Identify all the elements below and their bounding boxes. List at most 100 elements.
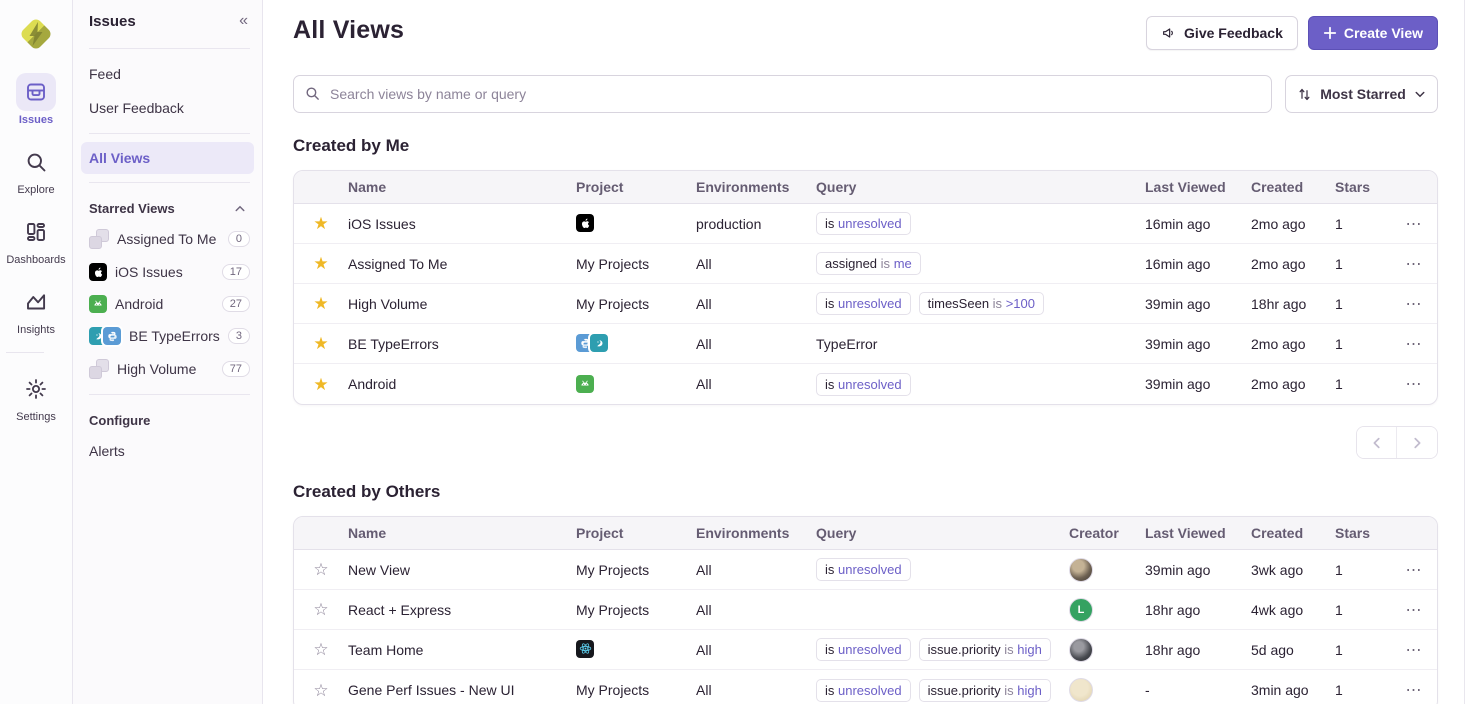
scrollbar-track[interactable] — [1464, 0, 1465, 704]
last-viewed-value: 16min ago — [1145, 216, 1251, 232]
previous-page-button[interactable] — [1357, 427, 1397, 458]
starred-views-section-header[interactable]: Starred Views — [73, 191, 262, 222]
next-page-button[interactable] — [1397, 427, 1437, 458]
view-name-link[interactable]: Assigned To Me — [348, 256, 447, 272]
stars-count: 1 — [1335, 216, 1391, 232]
table-row[interactable]: ★ BE TypeErrors All TypeError 39min ago … — [294, 324, 1437, 364]
starred-view-item[interactable]: Assigned To Me 0 — [73, 222, 262, 256]
column-header-last-viewed: Last Viewed — [1145, 525, 1251, 541]
creator-avatar — [1069, 638, 1093, 662]
search-input[interactable] — [293, 75, 1272, 113]
overflow-menu-button[interactable]: ⋯ — [1406, 640, 1423, 660]
sentry-logo[interactable] — [14, 12, 58, 56]
query-chip: assigned is me — [816, 252, 921, 275]
overflow-menu-button[interactable]: ⋯ — [1406, 214, 1423, 234]
starred-view-item[interactable]: BE TypeErrors 3 — [73, 320, 262, 352]
overflow-menu-button[interactable]: ⋯ — [1406, 254, 1423, 274]
column-header-created: Created — [1251, 525, 1335, 541]
table-row[interactable]: ☆ React + Express My Projects All L 18hr… — [294, 590, 1437, 630]
view-name-link[interactable]: iOS Issues — [348, 216, 416, 232]
view-name-link[interactable]: Android — [348, 376, 396, 392]
stars-count: 1 — [1335, 642, 1391, 658]
starred-view-item[interactable]: High Volume 77 — [73, 352, 262, 386]
sidebar-item-all-views[interactable]: All Views — [81, 142, 254, 174]
android-project-icon — [89, 295, 107, 313]
react-project-icon — [576, 640, 594, 658]
created-value: 3min ago — [1251, 682, 1335, 698]
view-name-link[interactable]: BE TypeErrors — [348, 336, 439, 352]
issue-count-badge: 0 — [228, 231, 250, 247]
query-cell: is unresolvedissue.priority is high — [816, 638, 1069, 661]
star-toggle[interactable]: ★ — [313, 255, 328, 272]
overflow-menu-button[interactable]: ⋯ — [1406, 600, 1423, 620]
project-label: My Projects — [576, 602, 649, 618]
star-toggle[interactable]: ★ — [313, 215, 328, 232]
divider — [89, 48, 250, 49]
sidebar-item-user-feedback[interactable]: User Feedback — [73, 91, 262, 125]
star-toggle[interactable]: ☆ — [313, 682, 328, 699]
query-chip: is unresolved — [816, 292, 911, 315]
environments-value: All — [696, 376, 816, 392]
environments-value: All — [696, 562, 816, 578]
column-header-name: Name — [348, 525, 576, 541]
environments-value: All — [696, 642, 816, 658]
created-value: 18hr ago — [1251, 296, 1335, 312]
column-header-environments: Environments — [696, 525, 816, 541]
starred-view-name: iOS Issues — [115, 264, 214, 280]
star-toggle[interactable]: ★ — [313, 295, 328, 312]
table-row[interactable]: ☆ New View My Projects All is unresolved… — [294, 550, 1437, 590]
overflow-menu-button[interactable]: ⋯ — [1406, 334, 1423, 354]
collapse-sidebar-icon[interactable]: « — [239, 12, 246, 30]
rail-item-label: Dashboards — [6, 254, 65, 266]
star-toggle[interactable]: ★ — [313, 335, 328, 352]
create-view-button[interactable]: Create View — [1308, 16, 1438, 50]
view-name-link[interactable]: React + Express — [348, 602, 451, 618]
rail-item-issues[interactable]: Issues — [6, 73, 65, 126]
rail-item-dashboards[interactable]: Dashboards — [6, 213, 65, 266]
table-row[interactable]: ★ High Volume My Projects All is unresol… — [294, 284, 1437, 324]
star-toggle[interactable]: ☆ — [313, 601, 328, 618]
issue-count-badge: 17 — [222, 264, 250, 280]
starred-view-item[interactable]: Android 27 — [73, 288, 262, 320]
view-name-link[interactable]: Team Home — [348, 642, 423, 658]
rail-item-explore[interactable]: Explore — [6, 143, 65, 196]
give-feedback-label: Give Feedback — [1184, 25, 1283, 41]
table-row[interactable]: ☆ Gene Perf Issues - New UI My Projects … — [294, 670, 1437, 704]
star-toggle[interactable]: ☆ — [313, 561, 328, 578]
query-cell: is unresolvedtimesSeen is >100 — [816, 292, 1145, 315]
sort-dropdown[interactable]: Most Starred — [1285, 75, 1438, 113]
environments-value: All — [696, 336, 816, 352]
stars-count: 1 — [1335, 682, 1391, 698]
view-name-link[interactable]: Gene Perf Issues - New UI — [348, 682, 515, 698]
overflow-menu-button[interactable]: ⋯ — [1406, 680, 1423, 700]
table-row[interactable]: ☆ Team Home All is unresolvedissue.prior… — [294, 630, 1437, 670]
column-header-stars: Stars — [1335, 525, 1391, 541]
overflow-menu-button[interactable]: ⋯ — [1406, 374, 1423, 394]
overflow-menu-button[interactable]: ⋯ — [1406, 560, 1423, 580]
view-name-link[interactable]: High Volume — [348, 296, 427, 312]
teal-project-icon — [590, 334, 608, 352]
table-row[interactable]: ★ iOS Issues production is unresolved 16… — [294, 204, 1437, 244]
starred-view-item[interactable]: iOS Issues 17 — [73, 256, 262, 288]
table-row[interactable]: ★ Android All is unresolved 39min ago 2m… — [294, 364, 1437, 404]
query-cell: is unresolved — [816, 212, 1145, 235]
chevron-right-icon — [1410, 436, 1424, 450]
rail-item-settings[interactable]: Settings — [6, 370, 65, 423]
sidebar-item-label: All Views — [89, 150, 150, 166]
view-name-link[interactable]: New View — [348, 562, 410, 578]
star-toggle[interactable]: ☆ — [313, 641, 328, 658]
creator-avatar — [1069, 558, 1093, 582]
query-chip: issue.priority is high — [919, 679, 1051, 702]
give-feedback-button[interactable]: Give Feedback — [1146, 16, 1298, 50]
sidebar-item-feed[interactable]: Feed — [73, 57, 262, 91]
star-toggle[interactable]: ★ — [313, 376, 328, 393]
overflow-menu-button[interactable]: ⋯ — [1406, 294, 1423, 314]
rail-item-insights[interactable]: Insights — [6, 283, 65, 336]
section-title-created-by-others: Created by Others — [293, 482, 1438, 502]
sidebar-item-alerts[interactable]: Alerts — [73, 434, 262, 468]
table-row[interactable]: ★ Assigned To Me My Projects All assigne… — [294, 244, 1437, 284]
created-value: 2mo ago — [1251, 216, 1335, 232]
query-chip: issue.priority is high — [919, 638, 1051, 661]
column-header-project: Project — [576, 179, 696, 195]
last-viewed-value: 39min ago — [1145, 376, 1251, 392]
